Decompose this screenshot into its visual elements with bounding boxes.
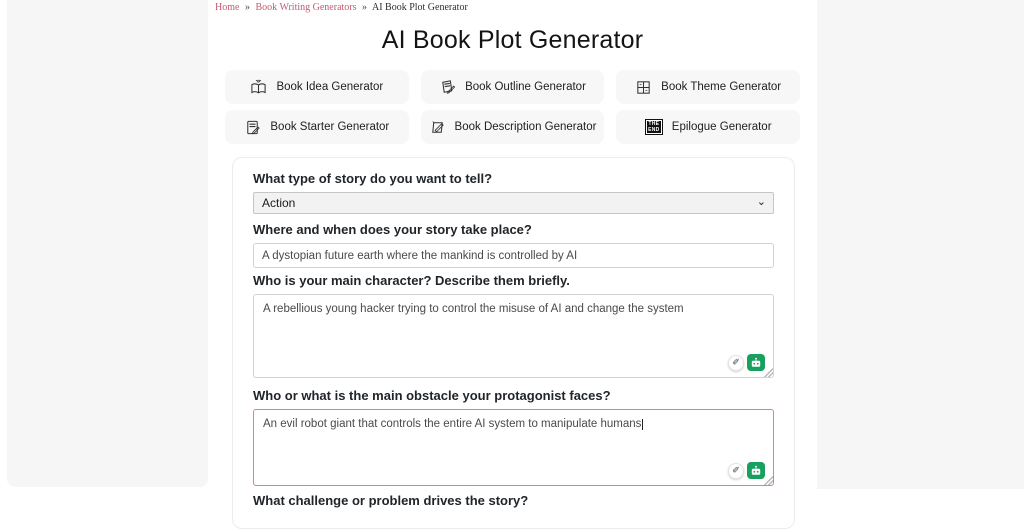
textarea-resize-handle[interactable] (763, 475, 773, 485)
obstacle-textarea[interactable]: An evil robot giant that controls the en… (253, 409, 774, 486)
main-character-text: A rebellious young hacker trying to cont… (263, 303, 684, 315)
right-side-panel (817, 0, 1024, 489)
breadcrumb-link-book-writing-generators[interactable]: Book Writing Generators (255, 2, 356, 13)
the-end-icon: THE END (645, 119, 663, 135)
main-character-textarea[interactable]: A rebellious young hacker trying to cont… (253, 294, 774, 378)
setting-label: Where and when does your story take plac… (253, 223, 774, 237)
book-starter-generator-button[interactable]: Book Starter Generator (225, 110, 409, 144)
book-starter-icon (244, 119, 261, 136)
generator-button-label: Book Theme Generator (661, 81, 781, 93)
main-character-label: Who is your main character? Describe the… (253, 274, 774, 288)
breadcrumb-current-page: AI Book Plot Generator (372, 2, 468, 13)
textarea-extension-badges: ✐ (728, 354, 765, 371)
setting-input[interactable] (253, 243, 774, 268)
pencil-icon[interactable]: ✐ (728, 355, 744, 371)
generator-button-label: Epilogue Generator (672, 121, 772, 133)
book-outline-generator-button[interactable]: Book Outline Generator (421, 70, 605, 104)
book-description-generator-button[interactable]: Book Description Generator (421, 110, 605, 144)
epilogue-generator-button[interactable]: THE END Epilogue Generator (616, 110, 800, 144)
left-side-panel (7, 0, 208, 487)
generator-button-label: Book Outline Generator (465, 81, 586, 93)
chevron-down-icon: ⌄ (757, 195, 766, 208)
pencil-icon[interactable]: ✐ (728, 463, 744, 479)
story-type-select[interactable]: Action ⌄ (253, 192, 774, 214)
story-type-selected-value: Action (262, 196, 295, 210)
text-caret (642, 419, 643, 430)
book-theme-generator-button[interactable]: Book Theme Generator (616, 70, 800, 104)
generator-button-label: Book Idea Generator (276, 81, 383, 93)
generator-links-grid: Book Idea Generator Book Outline Generat… (225, 70, 800, 144)
obstacle-label: Who or what is the main obstacle your pr… (253, 389, 774, 403)
generator-button-label: Book Description Generator (455, 121, 597, 133)
generator-button-label: Book Starter Generator (270, 121, 389, 133)
book-description-icon (429, 119, 446, 136)
breadcrumb-link-home[interactable]: Home (215, 2, 239, 13)
textarea-extension-badges: ✐ (728, 462, 765, 479)
plot-generator-form: What type of story do you want to tell? … (232, 157, 795, 529)
textarea-resize-handle[interactable] (763, 367, 773, 377)
main-character-textarea-wrap: A rebellious young hacker trying to cont… (253, 294, 774, 378)
obstacle-text: An evil robot giant that controls the en… (263, 418, 641, 430)
breadcrumb-separator: » (362, 2, 367, 13)
book-idea-icon (250, 79, 267, 96)
challenge-label: What challenge or problem drives the sto… (253, 494, 774, 508)
page-title: AI Book Plot Generator (208, 26, 817, 55)
main-content: Home » Book Writing Generators » AI Book… (208, 0, 817, 489)
breadcrumb-separator: » (245, 2, 250, 13)
story-type-label: What type of story do you want to tell? (253, 172, 774, 186)
book-theme-icon (635, 79, 652, 96)
obstacle-textarea-wrap: An evil robot giant that controls the en… (253, 409, 774, 486)
breadcrumb: Home » Book Writing Generators » AI Book… (208, 0, 817, 13)
book-outline-icon (439, 79, 456, 96)
book-idea-generator-button[interactable]: Book Idea Generator (225, 70, 409, 104)
